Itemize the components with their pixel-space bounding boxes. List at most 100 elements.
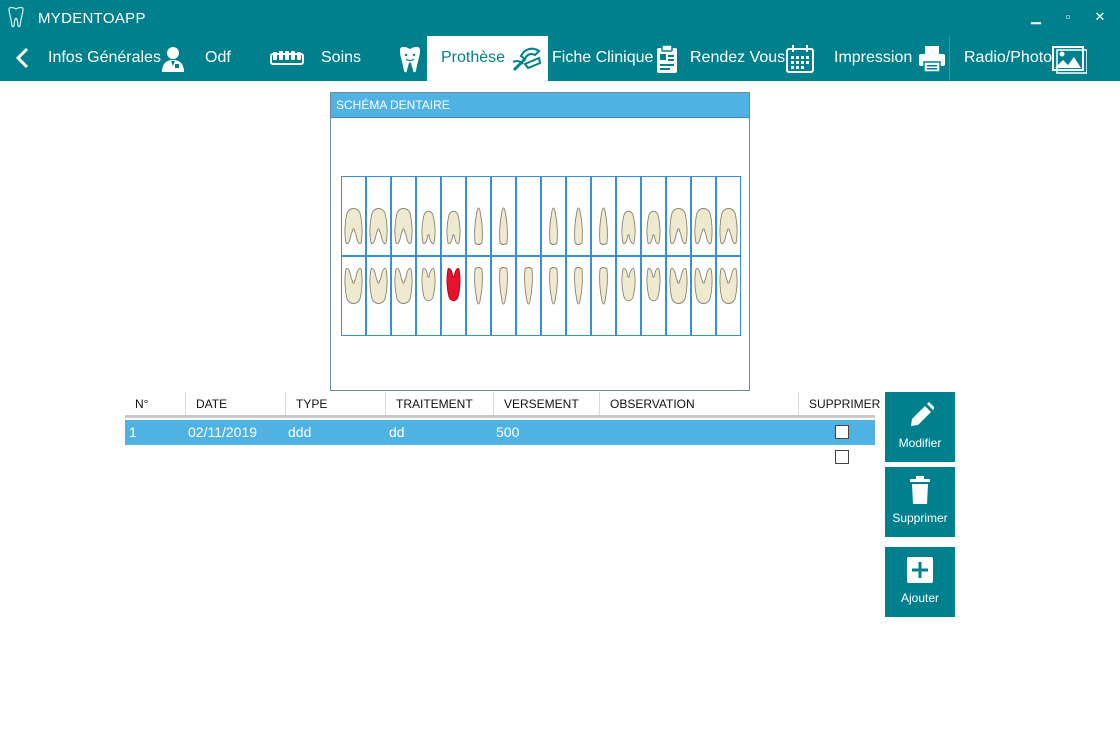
lower-tooth[interactable] [591,256,616,336]
table-row[interactable]: 1 02/11/2019 ddd dd 500 [125,420,875,445]
tooth-icon [499,267,508,305]
tab-label: Soins [321,49,362,66]
tooth-icon [694,268,713,304]
tooth-icon [646,210,661,244]
clipboard-icon [657,44,677,73]
lower-tooth[interactable] [366,256,391,336]
add-button[interactable]: Ajouter [885,547,955,617]
title-bar: MYDENTOAPP ▁ ▫ ✕ [0,0,1120,36]
denture-icon [512,47,542,72]
lower-tooth[interactable] [666,256,691,336]
column-header-traitement[interactable]: TRAITEMENT [385,392,493,415]
tab-label: Rendez Vous [690,49,786,66]
upper-tooth[interactable] [566,176,591,256]
maximize-button[interactable]: ▫ [1054,6,1082,28]
tab-label: Impression [834,49,913,66]
tooth-icon [719,268,738,304]
upper-tooth[interactable] [716,176,741,256]
modify-button[interactable]: Modifier [885,392,955,462]
cell-traitement: dd [389,424,405,440]
trash-icon [910,476,930,504]
upper-tooth[interactable] [416,176,441,256]
upper-tooth[interactable] [341,176,366,256]
lower-tooth[interactable] [491,256,516,336]
lower-tooth[interactable] [391,256,416,336]
upper-tooth[interactable] [441,176,466,256]
upper-tooth[interactable] [491,176,516,256]
calendar-icon [786,45,814,73]
tooth-logo-icon [8,6,24,28]
tooth-icon [344,208,363,244]
lower-tooth[interactable] [416,256,441,336]
tab-label: Radio/Photo [964,49,1053,66]
tooth-icon [344,268,363,304]
upper-tooth[interactable] [366,176,391,256]
tab-fiche-clinique[interactable]: Fiche Clinique [548,36,683,81]
tab-prothese[interactable]: Prothèse [427,36,548,81]
tooth-icon [421,268,436,302]
braces-icon [270,51,304,65]
delete-label: Supprimer [892,511,948,525]
tooth-icon [474,267,483,305]
lower-tooth[interactable] [466,256,491,336]
tab-soins[interactable]: Soins [311,36,427,81]
tooth-icon [474,207,483,245]
tab-label: Infos Générales [48,49,161,66]
column-header-versement[interactable]: VERSEMENT [493,392,599,415]
upper-tooth[interactable] [516,176,541,256]
tooth-icon [621,268,636,302]
cell-date: 02/11/2019 [188,424,258,440]
upper-tooth[interactable] [591,176,616,256]
back-arrow-icon[interactable] [12,46,36,70]
tooth-icon [549,207,558,245]
close-button[interactable]: ✕ [1086,6,1114,28]
tooth-icon [524,267,533,305]
table-row[interactable] [125,445,875,470]
lower-tooth[interactable] [691,256,716,336]
lower-tooth[interactable] [341,256,366,336]
column-header-supprimer[interactable]: SUPPRIMER [798,392,880,415]
lower-tooth[interactable] [616,256,641,336]
teeth-grid [341,176,741,336]
upper-tooth[interactable] [691,176,716,256]
upper-tooth[interactable] [641,176,666,256]
lower-tooth[interactable] [516,256,541,336]
tooth-icon [574,207,583,245]
column-header-n[interactable]: N° [125,392,185,415]
tab-label: Odf [205,49,231,66]
tab-infos-generales[interactable]: Infos Générales [40,36,190,81]
supprimer-checkbox[interactable] [835,425,849,439]
minimize-button[interactable]: ▁ [1022,6,1050,28]
dental-chart-title: SCHÉMA DENTAIRE [331,93,749,118]
tab-rendez-vous[interactable]: Rendez Vous [683,36,823,81]
tooth-icon [394,208,413,244]
upper-tooth[interactable] [391,176,416,256]
upper-tooth[interactable] [466,176,491,256]
tooth-icon [669,268,688,304]
upper-tooth[interactable] [616,176,641,256]
add-label: Ajouter [900,591,940,605]
tab-label: Prothèse [441,49,506,66]
tooth-icon [446,210,461,244]
tab-odf[interactable]: Odf [196,36,311,81]
tab-label: Fiche Clinique [552,49,654,66]
app-window: MYDENTOAPP ▁ ▫ ✕ Infos Générales Odf Soi… [0,0,1120,749]
lower-tooth[interactable] [716,256,741,336]
upper-tooth[interactable] [541,176,566,256]
app-title: MYDENTOAPP [38,10,146,27]
lower-tooth[interactable] [641,256,666,336]
doctor-icon [162,47,184,72]
upper-tooth[interactable] [666,176,691,256]
modify-label: Modifier [898,436,942,450]
tab-radio-photo[interactable]: Radio/Photo [949,36,1120,81]
lower-tooth[interactable] [441,256,466,336]
column-header-date[interactable]: DATE [185,392,285,415]
lower-tooth[interactable] [541,256,566,336]
supprimer-checkbox[interactable] [835,450,849,464]
tab-impression[interactable]: Impression [823,36,949,81]
column-header-type[interactable]: TYPE [285,392,385,415]
lower-tooth[interactable] [566,256,591,336]
column-header-observation[interactable]: OBSERVATION [599,392,798,415]
tooth-icon [646,268,661,302]
delete-button[interactable]: Supprimer [885,467,955,537]
